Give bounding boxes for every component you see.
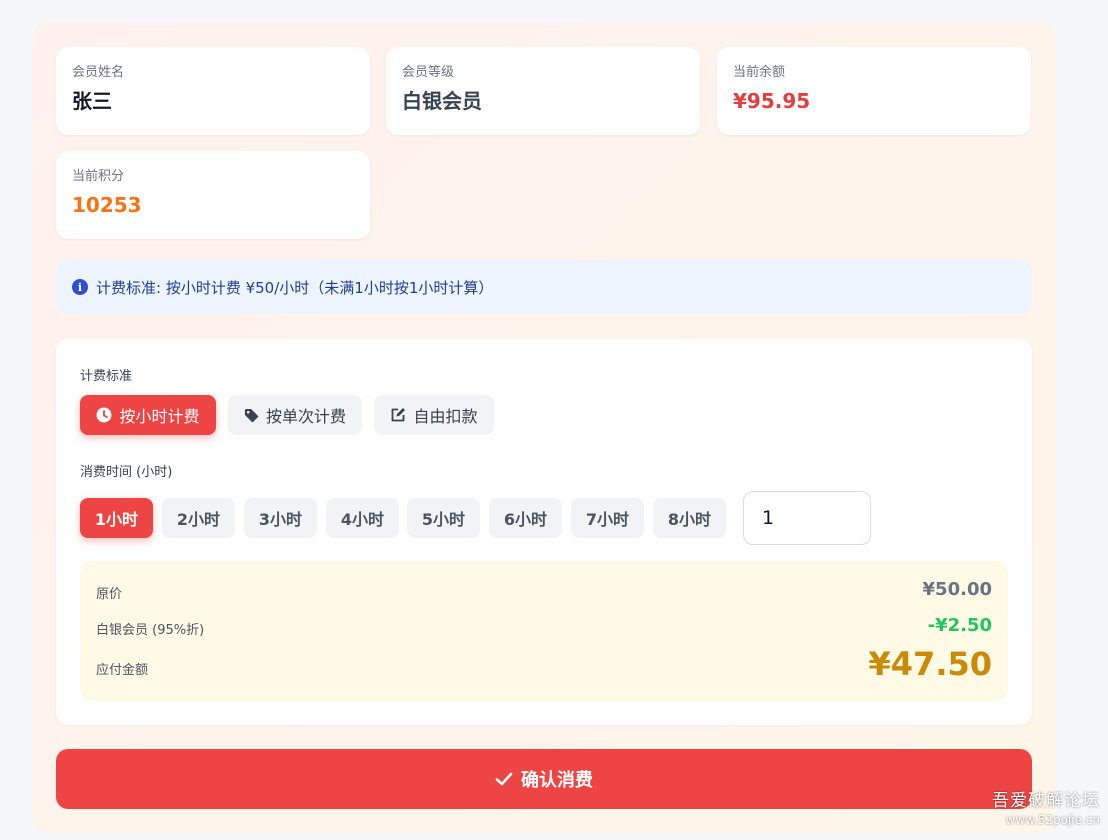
clock-icon — [96, 407, 112, 423]
hour-option-4[interactable]: 4小时 — [326, 498, 399, 538]
tag-icon — [244, 408, 259, 423]
member-points-label: 当前积分 — [72, 169, 125, 184]
original-price-value: ¥50.00 — [922, 579, 992, 600]
edit-icon — [390, 407, 406, 423]
member-points-value: 10253 — [72, 193, 142, 217]
hour-option-8[interactable]: 8小时 — [653, 498, 726, 538]
consume-panel: 会员姓名 张三 会员等级 白银会员 当前余额 ¥95.95 当前积分 10253… — [32, 23, 1056, 833]
confirm-consume-button[interactable]: 确认消费 — [56, 749, 1032, 809]
confirm-consume-label: 确认消费 — [521, 770, 593, 791]
member-points-card: 当前积分 10253 — [56, 151, 370, 239]
member-level-card: 会员等级 白银会员 — [386, 47, 700, 135]
member-name-label: 会员姓名 — [72, 65, 125, 80]
discount-label: 白银会员 (95%折) — [96, 623, 205, 638]
billing-notice-text: 计费标准: 按小时计费 ¥50/小时（未满1小时按1小时计算） — [96, 278, 494, 297]
mode-single-button[interactable]: 按单次计费 — [228, 395, 362, 435]
member-balance-value: ¥95.95 — [733, 89, 811, 113]
watermark: 吾爱破解论坛 www.52pojie.cn — [992, 790, 1100, 828]
member-level-value: 白银会员 — [402, 89, 482, 113]
watermark-line-2: www.52pojie.cn — [1005, 813, 1100, 827]
mode-single-label: 按单次计费 — [265, 407, 346, 426]
hour-option-5[interactable]: 5小时 — [407, 498, 480, 538]
payable-label: 应付金额 — [96, 663, 149, 678]
member-level-label: 会员等级 — [402, 65, 455, 80]
member-balance-card: 当前余额 ¥95.95 — [717, 47, 1031, 135]
billing-notice: i 计费标准: 按小时计费 ¥50/小时（未满1小时按1小时计算） — [56, 260, 1032, 314]
billing-mode-label: 计费标准 — [80, 369, 133, 384]
hour-option-7[interactable]: 7小时 — [571, 498, 644, 538]
hour-option-1[interactable]: 1小时 — [80, 498, 153, 538]
hour-option-3[interactable]: 3小时 — [244, 498, 317, 538]
watermark-line-1: 吾爱破解论坛 — [992, 791, 1100, 811]
discount-value: -¥2.50 — [927, 615, 992, 636]
member-name-card: 会员姓名 张三 — [56, 47, 370, 135]
consume-form-card: 计费标准 按小时计费 按单次计费 自由扣款 消费时间 (小时) 1小时 2小时 … — [56, 339, 1032, 725]
member-name-value: 张三 — [72, 89, 112, 113]
member-balance-label: 当前余额 — [733, 65, 786, 80]
payable-value: ¥47.50 — [868, 645, 992, 683]
hour-option-6[interactable]: 6小时 — [489, 498, 562, 538]
hours-input[interactable] — [743, 491, 871, 545]
mode-free-button[interactable]: 自由扣款 — [374, 395, 494, 435]
check-icon — [495, 771, 513, 787]
info-icon: i — [72, 279, 88, 295]
mode-hourly-label: 按小时计费 — [119, 407, 200, 426]
original-price-label: 原价 — [96, 587, 123, 602]
hour-option-2[interactable]: 2小时 — [162, 498, 235, 538]
price-summary: 原价 ¥50.00 白银会员 (95%折) -¥2.50 应付金额 ¥47.50 — [80, 561, 1008, 701]
mode-hourly-button[interactable]: 按小时计费 — [80, 395, 216, 435]
mode-free-label: 自由扣款 — [413, 407, 478, 426]
duration-label: 消费时间 (小时) — [80, 465, 173, 480]
